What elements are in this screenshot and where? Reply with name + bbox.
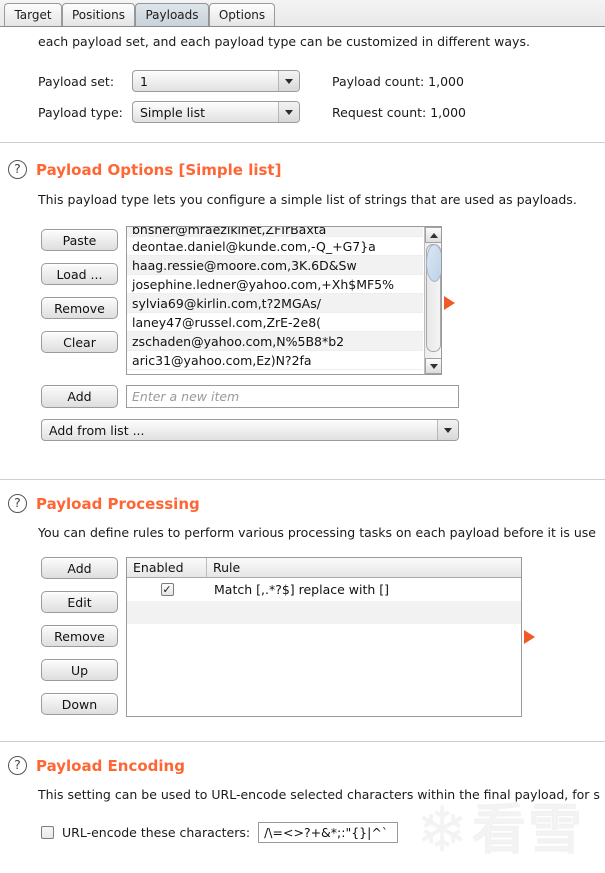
payload-list-buttons: Paste Load ... Remove Clear bbox=[41, 229, 118, 353]
watermark-text: 看雪 bbox=[471, 798, 584, 861]
payload-set-select[interactable]: 1 bbox=[132, 70, 300, 92]
tab-options[interactable]: Options bbox=[209, 3, 275, 26]
add-from-list-value: Add from list ... bbox=[49, 422, 145, 438]
chevron-down-icon[interactable] bbox=[278, 102, 299, 122]
list-item[interactable]: haag.ressie@moore.com,3K.6D&Sw bbox=[127, 256, 423, 275]
payload-options-heading: ? Payload Options [Simple list] bbox=[8, 160, 281, 179]
list-item[interactable]: laney47@russel.com,ZrE-2e8( bbox=[127, 313, 423, 332]
table-empty-row bbox=[127, 601, 521, 624]
watermark: ❄ 看雪 bbox=[416, 795, 601, 865]
rule-enabled-checkbox[interactable]: ✓ bbox=[160, 583, 174, 596]
snowflake-icon: ❄ bbox=[416, 793, 468, 866]
payload-options-description: This payload type lets you configure a s… bbox=[38, 192, 577, 207]
payload-count-label: Payload count: 1,000 bbox=[332, 74, 464, 89]
load-button[interactable]: Load ... bbox=[41, 263, 118, 285]
column-header-enabled[interactable]: Enabled bbox=[127, 558, 207, 577]
add-from-list-select[interactable]: Add from list ... bbox=[41, 419, 459, 441]
payload-type-label: Payload type: bbox=[38, 104, 123, 120]
list-item[interactable]: sylvia69@kirlin.com,t?2MGAs/ bbox=[127, 294, 423, 313]
chevron-down-icon[interactable] bbox=[437, 420, 458, 440]
new-item-input[interactable]: Enter a new item bbox=[126, 385, 459, 408]
section-divider bbox=[0, 142, 605, 143]
tab-target[interactable]: Target bbox=[4, 3, 62, 26]
payload-list-marker-icon bbox=[444, 296, 455, 310]
help-circle-icon[interactable]: ? bbox=[8, 494, 27, 513]
tab-bar: Target Positions Payloads Options bbox=[0, 0, 605, 27]
list-item[interactable]: josephine.ledner@yahoo.com,+Xh$MF5% bbox=[127, 275, 423, 294]
payload-options-title: Payload Options [Simple list] bbox=[36, 160, 282, 179]
payload-encoding-heading: ? Payload Encoding bbox=[8, 756, 185, 775]
payload-list[interactable]: bnsher@mraezikinet,ZFIrBaxta deontae.dan… bbox=[126, 226, 442, 375]
url-encode-characters-input[interactable]: /\=<>?+&*;:"{}|^` bbox=[258, 822, 399, 843]
list-item[interactable]: deontae.daniel@kunde.com,-Q_+G7}a bbox=[127, 237, 423, 256]
payload-processing-title: Payload Processing bbox=[36, 494, 200, 513]
section-divider bbox=[0, 479, 605, 480]
clear-button[interactable]: Clear bbox=[41, 331, 118, 353]
rule-add-button[interactable]: Add bbox=[41, 557, 118, 579]
list-item[interactable]: zschaden@yahoo.com,N%5B8*b2 bbox=[127, 332, 423, 351]
payload-encoding-description: This setting can be used to URL-encode s… bbox=[38, 787, 600, 802]
payload-list-rows: bnsher@mraezikinet,ZFIrBaxta deontae.dan… bbox=[127, 227, 423, 374]
payload-processing-description: You can define rules to perform various … bbox=[38, 525, 596, 540]
intruder-payloads-panel: ❄ 看雪 Target Positions Payloads Options e… bbox=[0, 0, 605, 873]
rule-enabled-cell: ✓ bbox=[127, 583, 207, 596]
paste-button[interactable]: Paste bbox=[41, 229, 118, 251]
payload-type-select[interactable]: Simple list bbox=[132, 101, 300, 123]
payload-set-row: Payload set: 1 bbox=[38, 70, 300, 92]
section-divider bbox=[0, 741, 605, 742]
intro-text: each payload set, and each payload type … bbox=[38, 34, 530, 49]
payload-list-scrollbar[interactable] bbox=[424, 227, 441, 374]
scroll-down-icon[interactable] bbox=[425, 358, 441, 374]
url-encode-label: URL-encode these characters: bbox=[62, 825, 251, 840]
request-count-label: Request count: 1,000 bbox=[332, 105, 466, 120]
list-item[interactable]: bnsher@mraezikinet,ZFIrBaxta bbox=[127, 227, 423, 237]
remove-button[interactable]: Remove bbox=[41, 297, 118, 319]
payload-processing-buttons: Add Edit Remove Up Down bbox=[41, 557, 118, 715]
rule-text-cell: Match [,.*?$] replace with [] bbox=[214, 582, 390, 597]
list-item[interactable]: aric31@yahoo.com,Ez)N?2fa bbox=[127, 351, 423, 370]
help-circle-icon[interactable]: ? bbox=[8, 160, 27, 179]
rule-edit-button[interactable]: Edit bbox=[41, 591, 118, 613]
rule-down-button[interactable]: Down bbox=[41, 693, 118, 715]
payload-processing-heading: ? Payload Processing bbox=[8, 494, 200, 513]
add-item-button[interactable]: Add bbox=[41, 385, 118, 408]
payload-set-value: 1 bbox=[140, 73, 148, 89]
payload-set-label: Payload set: bbox=[38, 73, 115, 89]
url-encode-row: URL-encode these characters: /\=<>?+&*;:… bbox=[41, 822, 399, 843]
scroll-up-icon[interactable] bbox=[425, 227, 441, 243]
payload-encoding-title: Payload Encoding bbox=[36, 756, 185, 775]
processing-table-marker-icon bbox=[524, 630, 535, 644]
chevron-down-icon[interactable] bbox=[278, 71, 299, 91]
rule-up-button[interactable]: Up bbox=[41, 659, 118, 681]
url-encode-checkbox[interactable] bbox=[41, 826, 54, 839]
column-header-rule[interactable]: Rule bbox=[207, 558, 521, 577]
payload-type-value: Simple list bbox=[140, 104, 206, 120]
tab-payloads[interactable]: Payloads bbox=[135, 3, 209, 26]
payload-processing-rules-table[interactable]: Enabled Rule ✓ Match [,.*?$] replace wit… bbox=[126, 557, 522, 717]
table-header: Enabled Rule bbox=[127, 558, 521, 578]
help-circle-icon[interactable]: ? bbox=[8, 756, 27, 775]
table-row[interactable]: ✓ Match [,.*?$] replace with [] bbox=[127, 578, 521, 601]
scrollbar-thumb[interactable] bbox=[426, 244, 441, 352]
payload-type-row: Payload type: Simple list bbox=[38, 101, 300, 123]
tab-positions[interactable]: Positions bbox=[62, 3, 135, 26]
rule-remove-button[interactable]: Remove bbox=[41, 625, 118, 647]
